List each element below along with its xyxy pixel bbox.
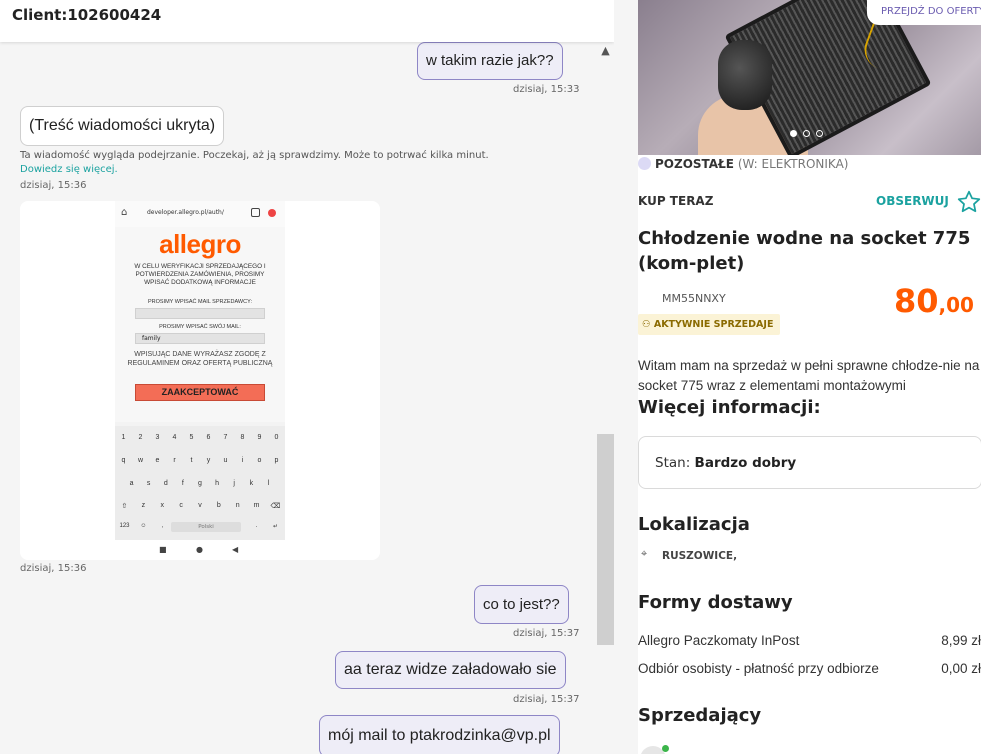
carousel-dot[interactable] <box>803 130 810 137</box>
seller-nickname[interactable]: MM55NNXY <box>662 292 726 305</box>
shipping-name: Odbiór osobisty - płatność przy odbiorze <box>638 661 879 676</box>
message-bubble-outgoing: co to jest?? <box>474 585 569 624</box>
client-id-label: Client:102600424 <box>12 6 162 24</box>
observe-button[interactable]: OBSERWUJ <box>876 194 949 208</box>
keyboard-row: ⇧ z x c v b n m ⌫ <box>121 502 281 510</box>
accept-button: ZAAKCEPTOWAĆ <box>135 384 265 401</box>
star-icon[interactable] <box>956 189 981 215</box>
carousel-dot[interactable] <box>816 130 823 137</box>
category-icon <box>638 157 651 170</box>
online-indicator <box>662 745 669 752</box>
back-icon: ◀ <box>232 545 239 554</box>
listing-panel: PRZEJDŹ DO OFERTY POZOSTAŁE (W: ELEKTRON… <box>638 0 981 754</box>
chat-panel: Client:102600424 w takim razie jak?? dzi… <box>0 0 614 754</box>
buy-now-label: KUP TERAZ <box>638 194 714 208</box>
message-timestamp: dzisiaj, 15:36 <box>20 563 87 574</box>
category-breadcrumb[interactable]: POZOSTAŁE (W: ELEKTRONIKA) <box>638 157 848 171</box>
browser-address-bar: ⌂ developer.allegro.pl/auth/ <box>115 201 285 227</box>
carousel-dots[interactable] <box>790 122 829 141</box>
shipping-price: 0,00 zł <box>941 661 981 676</box>
record-icon <box>268 209 276 217</box>
own-mail-input: family <box>135 333 265 344</box>
app-root: Client:102600424 w takim razie jak?? dzi… <box>0 0 981 754</box>
carousel-dot[interactable] <box>790 130 797 137</box>
listing-description: Witam mam na sprzedaż w pełni sprawne ch… <box>638 358 980 393</box>
shipping-row: Allegro Paczkomaty InPost 8,99 zł <box>638 633 981 648</box>
panel-divider <box>614 0 638 754</box>
url-text: developer.allegro.pl/auth/ <box>147 209 224 216</box>
message-timestamp: dzisiaj, 15:36 <box>20 180 87 191</box>
chat-scrollbar[interactable]: ▲ <box>597 42 614 754</box>
seller-heading: Sprzedający <box>638 705 762 726</box>
suspicious-notice: Ta wiadomość wygląda podejrzanie. Poczek… <box>20 150 489 161</box>
scroll-up-icon[interactable]: ▲ <box>599 44 612 58</box>
tabs-icon <box>251 208 260 217</box>
location-pin-icon: ⌖ <box>641 547 648 560</box>
condition-value: Bardzo dobry <box>694 455 797 471</box>
keyboard-row: qwertyuiop <box>121 457 279 464</box>
message-bubble-outgoing: w takim razie jak?? <box>417 42 563 80</box>
category-parent: (W: ELEKTRONIKA) <box>737 157 849 171</box>
space-key: Polski <box>171 522 241 532</box>
own-mail-label: PROSIMY WPISAĆ SWÓJ MAIL: <box>159 324 241 330</box>
image-message[interactable]: ⌂ developer.allegro.pl/auth/ allegro W C… <box>20 201 380 560</box>
seller-info <box>638 744 981 754</box>
keyboard-row: 1234567890 <box>121 434 279 441</box>
category-name: POZOSTAŁE <box>655 157 734 171</box>
allegro-logo: allegro <box>159 229 241 259</box>
verification-text: W CELU WERYFIKACJI SPRZEDAJĄCEGO I POTWI… <box>134 263 266 286</box>
seller-badge: ⚇ AKTYWNIE SPRZEDAJE <box>638 314 781 335</box>
price-rest: ,00 zł <box>938 293 981 317</box>
home-button-icon: ● <box>196 545 203 554</box>
product-photo[interactable]: PRZEJDŹ DO OFERTY <box>638 0 981 155</box>
seller-badge-icon: ⚇ <box>642 319 651 330</box>
fake-login-page: allegro W CELU WERYFIKACJI SPRZEDAJĄCEGO… <box>115 227 285 422</box>
price-whole: 80 <box>894 282 939 320</box>
seller-mail-input <box>135 308 265 319</box>
keyboard-row: asdfghjkl <box>129 480 270 487</box>
message-text: mój mail to ptakrodzinka@vp.pl <box>328 727 551 744</box>
scrollbar-thumb[interactable] <box>597 434 614 645</box>
condition-label: Stan: <box>655 455 691 471</box>
recents-icon: ■ <box>159 545 167 554</box>
location-value: RUSZOWICE, <box>662 550 738 562</box>
message-text: aa teraz widze załadowało sie <box>344 661 557 678</box>
phishing-screenshot: ⌂ developer.allegro.pl/auth/ allegro W C… <box>115 201 285 560</box>
phone-keyboard: 1234567890 qwertyuiop asdfghjkl ⇧ z x c v b n m… <box>115 426 285 540</box>
message-bubble-outgoing: mój mail to ptakrodzinka@vp.pl <box>319 715 560 754</box>
message-bubble-incoming-hidden: (Treść wiadomości ukryta) <box>20 106 225 146</box>
phone-nav-bar: ■ ● ◀ <box>115 540 285 560</box>
message-timestamp: dzisiaj, 15:37 <box>513 694 580 705</box>
shipping-price: 8,99 zł <box>941 633 981 648</box>
location-heading: Lokalizacja <box>638 514 750 535</box>
message-timestamp: dzisiaj, 15:33 <box>513 84 580 95</box>
more-info-heading: Więcej informacji: <box>638 397 821 418</box>
chat-header: Client:102600424 <box>0 0 614 42</box>
photo-pump <box>718 40 772 110</box>
seller-mail-label: PROSIMY WPISAĆ MAIL SPRZEDAWCY: <box>147 299 252 305</box>
price: 80,00 zł <box>894 282 981 320</box>
condition-box: Stan: Bardzo dobry <box>638 436 981 489</box>
message-timestamp: dzisiaj, 15:37 <box>513 628 580 639</box>
message-bubble-outgoing: aa teraz widze załadowało sie <box>335 651 566 689</box>
consent-text: WPISUJĄC DANE WYRAŻASZ ZGODĘ Z REGULAMIN… <box>127 351 273 367</box>
listing-title: Chłodzenie wodne na socket 775 (kom-plet… <box>638 228 971 274</box>
view-offer-button[interactable]: PRZEJDŹ DO OFERTY <box>867 0 981 25</box>
learn-more-link[interactable]: Dowiedz się więcej. <box>20 164 118 175</box>
home-icon: ⌂ <box>121 207 128 218</box>
message-text: co to jest?? <box>483 596 560 613</box>
message-text: w takim razie jak?? <box>426 52 554 69</box>
shipping-heading: Formy dostawy <box>638 592 793 613</box>
shipping-row: Odbiór osobisty - płatność przy odbiorze… <box>638 661 981 676</box>
seller-badge-text: AKTYWNIE SPRZEDAJE <box>653 319 774 330</box>
shipping-name: Allegro Paczkomaty InPost <box>638 633 800 648</box>
message-text: (Treść wiadomości ukryta) <box>29 117 216 134</box>
